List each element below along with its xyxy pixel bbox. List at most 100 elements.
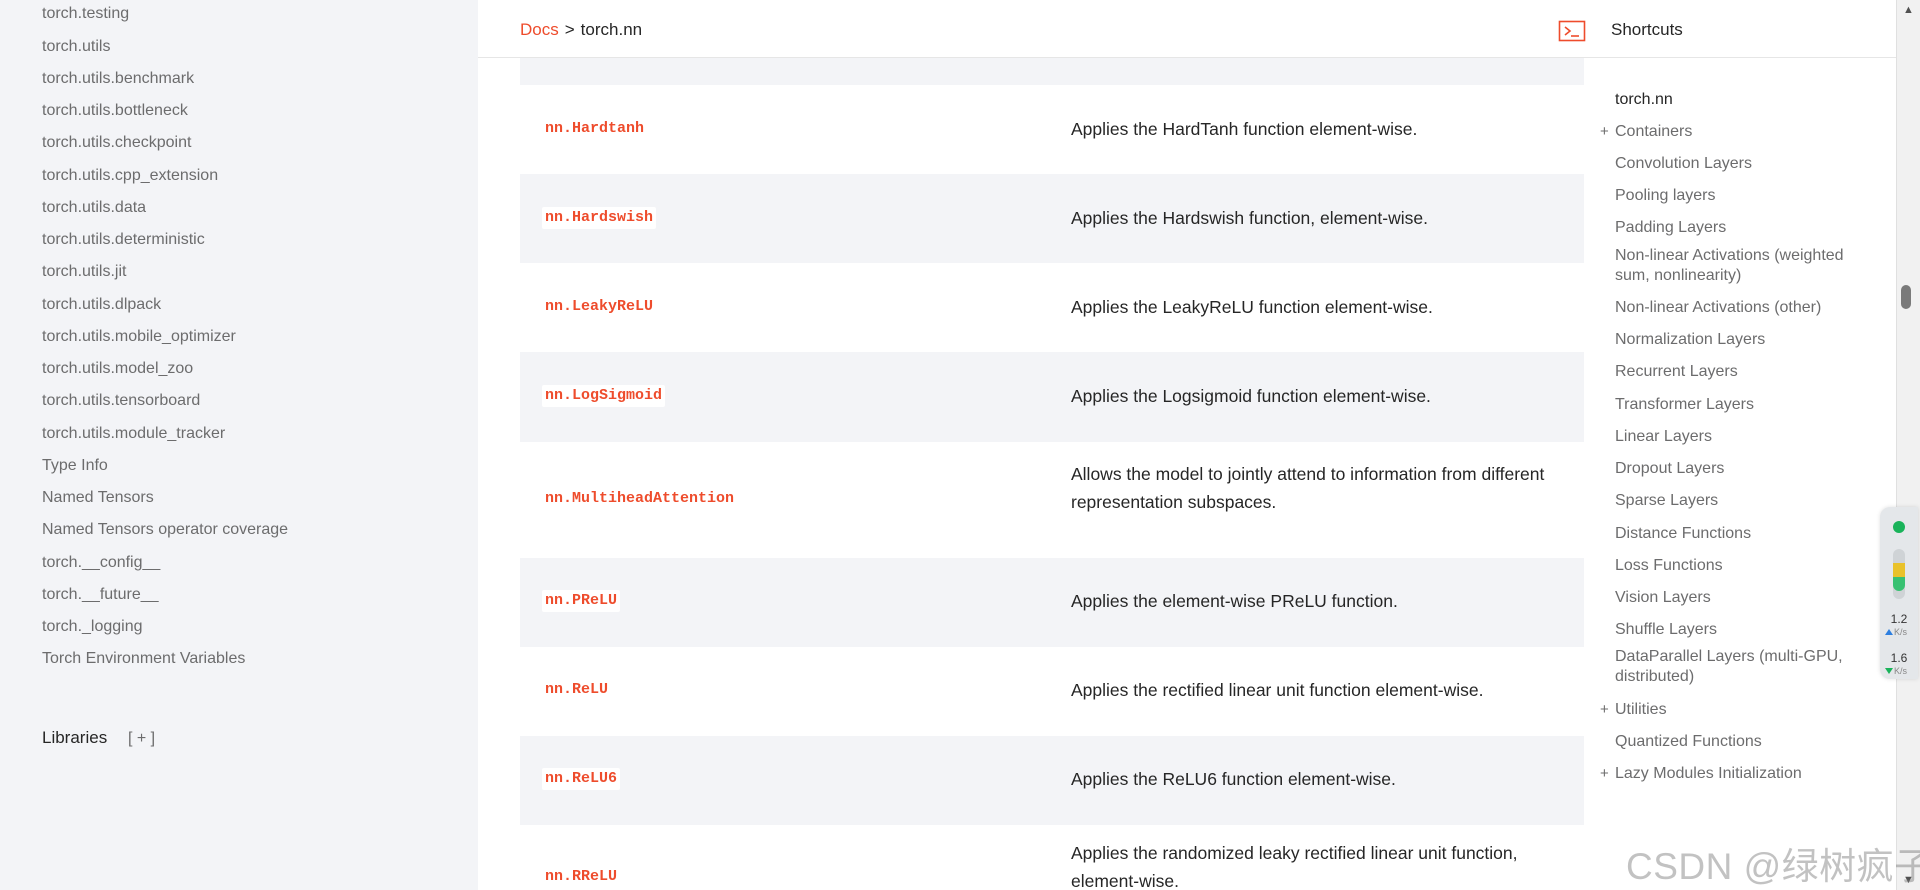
sidebar-item[interactable]: torch.utils.checkpoint [42,132,191,154]
breadcrumb-current: torch.nn [580,20,643,39]
upload-speed-value: 1.2 [1890,612,1908,626]
function-link[interactable]: nn.ReLU [542,679,612,701]
function-link[interactable]: nn.PReLU [542,590,621,612]
expand-plus-icon[interactable]: + [1600,122,1609,142]
toc-item-torch-nn[interactable]: torch.nn [1615,90,1870,110]
toc-item-normalization-layers[interactable]: Normalization Layers [1615,330,1870,350]
function-link[interactable]: nn.MultiheadAttention [542,488,738,510]
meter-fill-green [1893,577,1905,591]
function-description: Allows the model to jointly attend to in… [1071,464,1545,512]
table-row: nn.ReLU Applies the rectified linear uni… [520,647,1584,736]
function-description: Applies the LeakyReLU function element-w… [1071,297,1433,317]
sidebar-item[interactable]: torch.utils.cpp_extension [42,165,218,187]
sidebar-item[interactable]: torch.__future__ [42,584,159,606]
download-speed-value: 1.6 [1890,651,1908,665]
network-speed-widget[interactable]: 1.2 K/s 1.6 K/s [1880,507,1918,679]
toc-item-recurrent-layers[interactable]: Recurrent Layers [1615,362,1870,382]
sidebar-item[interactable]: torch.__config__ [42,552,160,574]
sidebar-item[interactable]: torch.testing [42,3,129,25]
network-meter [1893,549,1905,599]
table-row: nn.RReLU Applies the randomized leaky re… [520,825,1584,890]
breadcrumb-separator: > [564,20,575,39]
libraries-expand-toggle[interactable]: [ + ] [128,730,155,747]
status-dot-icon [1893,521,1905,533]
shortcuts-title: Shortcuts [1611,20,1683,39]
sidebar-item[interactable]: torch.utils.module_tracker [42,423,225,445]
toc-item-loss-functions[interactable]: Loss Functions [1615,556,1870,576]
function-link[interactable]: nn.LeakyReLU [542,296,657,318]
top-header: Docs > torch.nn Shortcuts [478,0,1896,58]
function-link[interactable]: nn.LogSigmoid [542,385,666,407]
sidebar-item[interactable]: torch.utils.model_zoo [42,358,193,380]
toc-item-lazy-modules[interactable]: Lazy Modules Initialization [1615,764,1870,784]
function-link[interactable]: nn.Hardswish [542,207,657,229]
table-row: nn.Hardswish Applies the Hardswish funct… [520,174,1584,263]
download-speed-unit: K/s [1894,666,1908,676]
table-row: nn.LogSigmoid Applies the Logsigmoid fun… [520,352,1584,442]
table-row: nn.MultiheadAttention Allows the model t… [520,442,1584,558]
sidebar-item[interactable]: Torch Environment Variables [42,648,245,670]
libraries-section: Libraries [ + ] [42,728,155,748]
upload-speed-unit: K/s [1894,627,1908,637]
toc-item-linear-layers[interactable]: Linear Layers [1615,427,1870,447]
function-link[interactable]: nn.ReLU6 [542,768,621,790]
toc-item-transformer-layers[interactable]: Transformer Layers [1615,395,1870,415]
table-row: nn.LeakyReLU Applies the LeakyReLU funct… [520,263,1584,352]
function-description: Applies the ReLU6 function element-wise. [1071,769,1396,789]
sidebar-item[interactable]: Named Tensors [42,487,154,509]
function-description: Applies the Hardswish function, element-… [1071,208,1428,228]
meter-fill-yellow [1893,563,1905,577]
breadcrumb-docs-link[interactable]: Docs [520,20,559,39]
sidebar-item[interactable]: Type Info [42,455,108,477]
expand-plus-icon[interactable]: + [1600,764,1609,784]
upload-arrow-icon [1885,629,1893,635]
expand-plus-icon[interactable]: + [1600,700,1609,720]
libraries-label: Libraries [42,728,108,747]
activation-functions-table: nn.Hardtanh Applies the HardTanh functio… [520,58,1584,890]
toc-item-shuffle-layers[interactable]: Shuffle Layers [1615,620,1870,640]
scroll-thumb[interactable] [1901,285,1911,309]
toc-item-distance-functions[interactable]: Distance Functions [1615,524,1870,544]
page-scrollbar[interactable]: ▲ ▼ [1896,0,1920,890]
sidebar-item[interactable]: torch.utils.mobile_optimizer [42,326,236,348]
table-row: nn.ReLU6 Applies the ReLU6 function elem… [520,736,1584,825]
toc-item-dropout-layers[interactable]: Dropout Layers [1615,459,1870,479]
toc-item-quantized-functions[interactable]: Quantized Functions [1615,732,1870,752]
download-arrow-icon [1885,668,1893,674]
scroll-up-arrow-icon[interactable]: ▲ [1903,4,1914,16]
breadcrumb: Docs > torch.nn [520,20,642,40]
toc-item-sparse-layers[interactable]: Sparse Layers [1615,491,1870,511]
function-description: Applies the HardTanh function element-wi… [1071,119,1418,139]
toc-item-nonlinear-other[interactable]: Non-linear Activations (other) [1615,298,1870,318]
function-description: Applies the element-wise PReLU function. [1071,591,1398,611]
function-description: Applies the Logsigmoid function element-… [1071,386,1431,406]
sidebar-item[interactable]: torch.utils.jit [42,261,126,283]
function-link[interactable]: nn.Hardtanh [542,118,648,140]
watermark: CSDN @绿树疯子 [1626,846,1920,887]
table-row [520,58,1584,85]
sidebar-item[interactable]: Named Tensors operator coverage [42,519,288,541]
sidebar-item[interactable]: torch.utils.data [42,197,146,219]
function-description: Applies the rectified linear unit functi… [1071,680,1484,700]
terminal-icon[interactable] [1558,20,1586,42]
sidebar-item[interactable]: torch.utils.bottleneck [42,100,188,122]
function-description: Applies the randomized leaky rectified l… [1071,843,1518,890]
toc-item-nonlinear-weighted[interactable]: Non-linear Activations (weighted sum, no… [1615,246,1870,286]
toc-item-dataparallel-layers[interactable]: DataParallel Layers (multi-GPU, distribu… [1615,647,1870,687]
table-row: nn.PReLU Applies the element-wise PReLU … [520,558,1584,647]
sidebar-item[interactable]: torch.utils [42,36,110,58]
toc-item-vision-layers[interactable]: Vision Layers [1615,588,1870,608]
sidebar-item[interactable]: torch.utils.tensorboard [42,390,200,412]
toc-item-utilities[interactable]: Utilities [1615,700,1870,720]
sidebar-item[interactable]: torch.utils.dlpack [42,294,161,316]
toc-item-containers[interactable]: Containers [1615,122,1870,142]
sidebar-item[interactable]: torch._logging [42,616,143,638]
function-link[interactable]: nn.RReLU [542,866,621,888]
sidebar-item[interactable]: torch.utils.deterministic [42,229,205,251]
table-row: nn.Hardtanh Applies the HardTanh functio… [520,85,1584,174]
sidebar-item[interactable]: torch.utils.benchmark [42,68,194,90]
toc-item-convolution-layers[interactable]: Convolution Layers [1615,154,1870,174]
toc-item-pooling-layers[interactable]: Pooling layers [1615,186,1870,206]
left-sidebar: torch.testing torch.utils torch.utils.be… [0,0,478,890]
toc-item-padding-layers[interactable]: Padding Layers [1615,218,1870,238]
